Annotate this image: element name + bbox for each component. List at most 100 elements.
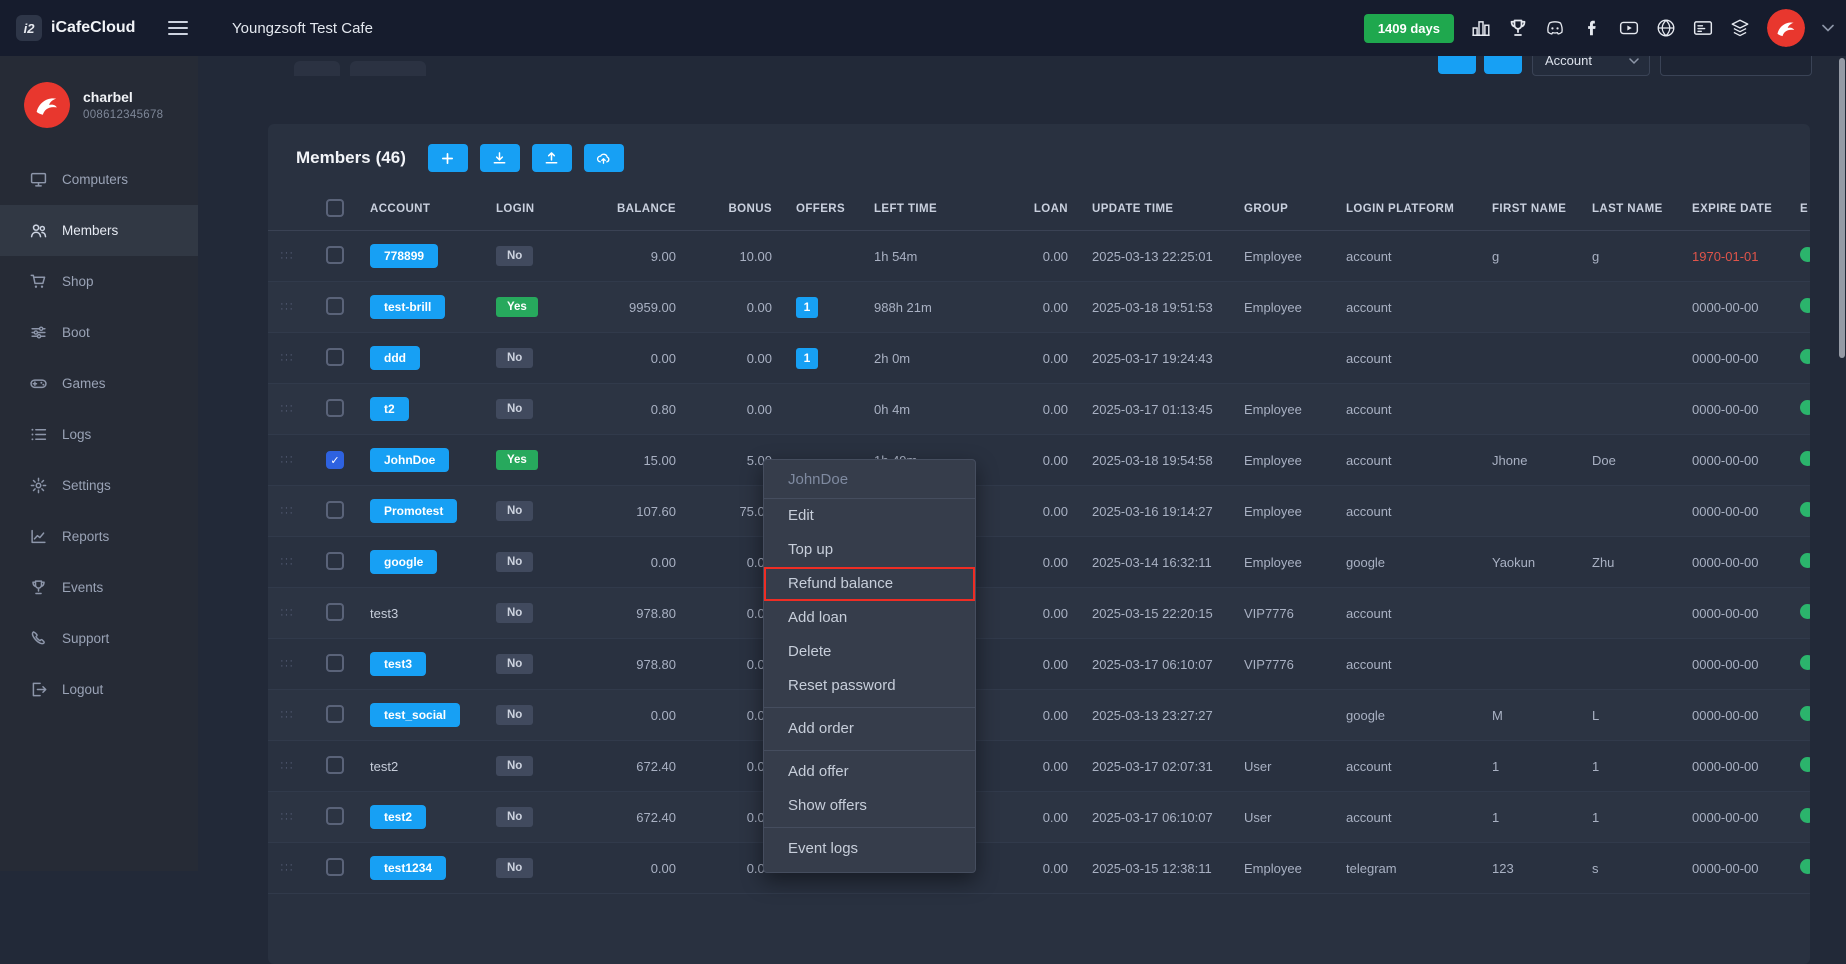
scrollbar[interactable] — [1839, 58, 1845, 358]
row-checkbox[interactable]: ✓ — [326, 451, 344, 469]
account-button[interactable]: test1234 — [370, 856, 446, 880]
account-button[interactable]: t2 — [370, 397, 409, 421]
clipped-blue-button[interactable] — [1438, 56, 1476, 74]
drag-handle-icon[interactable]: ······ — [280, 863, 294, 873]
status-dot-icon[interactable] — [1800, 604, 1810, 619]
drag-handle-icon[interactable]: ······ — [280, 506, 294, 516]
member-row[interactable]: ······test3No978.800.000.002025-03-17 06… — [268, 639, 1810, 690]
stats-icon[interactable] — [1471, 18, 1491, 38]
account-button[interactable]: 778899 — [370, 244, 438, 268]
account-button[interactable]: JohnDoe — [370, 448, 449, 472]
status-dot-icon[interactable] — [1800, 451, 1810, 466]
import-button[interactable] — [480, 144, 520, 172]
trophy-icon[interactable] — [1508, 18, 1528, 38]
row-checkbox[interactable] — [326, 654, 344, 672]
sidebar-item-computers[interactable]: Computers — [0, 154, 198, 205]
member-row[interactable]: ······✓JohnDoeYes15.005.001h 49m0.002025… — [268, 435, 1810, 486]
status-dot-icon[interactable] — [1800, 859, 1810, 874]
status-dot-icon[interactable] — [1800, 247, 1810, 262]
offers-badge[interactable]: 1 — [796, 348, 818, 369]
sidebar-item-logs[interactable]: Logs — [0, 409, 198, 460]
cloud-sync-button[interactable] — [584, 144, 624, 172]
status-dot-icon[interactable] — [1800, 655, 1810, 670]
drag-handle-icon[interactable]: ······ — [280, 812, 294, 822]
days-badge[interactable]: 1409 days — [1364, 14, 1454, 43]
sidebar-item-settings[interactable]: Settings — [0, 460, 198, 511]
menu-item-add-loan[interactable]: Add loan — [764, 601, 975, 635]
youtube-icon[interactable] — [1619, 18, 1639, 38]
account-button[interactable]: Promotest — [370, 499, 457, 523]
member-row[interactable]: ······778899No9.0010.001h 54m0.002025-03… — [268, 231, 1810, 282]
row-checkbox[interactable] — [326, 807, 344, 825]
menu-item-show-offers[interactable]: Show offers — [764, 789, 975, 823]
sidebar-item-logout[interactable]: Logout — [0, 664, 198, 715]
member-row[interactable]: ······t2No0.800.000h 4m0.002025-03-17 01… — [268, 384, 1810, 435]
sidebar-avatar[interactable] — [24, 82, 70, 128]
chevron-down-icon[interactable] — [1822, 24, 1834, 32]
member-row[interactable]: ······googleNo0.000.000.002025-03-14 16:… — [268, 537, 1810, 588]
filter-search-input[interactable] — [1660, 56, 1812, 76]
drag-handle-icon[interactable]: ······ — [280, 608, 294, 618]
menu-item-reset-password[interactable]: Reset password — [764, 669, 975, 703]
row-checkbox[interactable] — [326, 756, 344, 774]
sidebar-item-games[interactable]: Games — [0, 358, 198, 409]
row-checkbox[interactable] — [326, 705, 344, 723]
user-avatar[interactable] — [1767, 9, 1805, 47]
add-member-button[interactable] — [428, 144, 468, 172]
row-checkbox[interactable] — [326, 399, 344, 417]
row-checkbox[interactable] — [326, 348, 344, 366]
globe-icon[interactable] — [1656, 18, 1676, 38]
drag-handle-icon[interactable]: ······ — [280, 353, 294, 363]
account-button[interactable]: test2 — [370, 805, 426, 829]
drag-handle-icon[interactable]: ······ — [280, 659, 294, 669]
drag-handle-icon[interactable]: ······ — [280, 455, 294, 465]
status-dot-icon[interactable] — [1800, 808, 1810, 823]
row-checkbox[interactable] — [326, 501, 344, 519]
member-row[interactable]: ······dddNo0.000.0012h 0m0.002025-03-17 … — [268, 333, 1810, 384]
status-dot-icon[interactable] — [1800, 757, 1810, 772]
status-dot-icon[interactable] — [1800, 298, 1810, 313]
discord-icon[interactable] — [1545, 18, 1565, 38]
account-button[interactable]: ddd — [370, 346, 420, 370]
row-checkbox[interactable] — [326, 297, 344, 315]
menu-item-delete[interactable]: Delete — [764, 635, 975, 669]
offers-badge[interactable]: 1 — [796, 297, 818, 318]
clipped-tab[interactable] — [294, 61, 340, 76]
sidebar-item-events[interactable]: Events — [0, 562, 198, 613]
status-dot-icon[interactable] — [1800, 349, 1810, 364]
member-row[interactable]: ······test_socialNo0.000.000.002025-03-1… — [268, 690, 1810, 741]
menu-item-refund-balance[interactable]: Refund balance — [764, 567, 975, 601]
account-button[interactable]: test_social — [370, 703, 460, 727]
drag-handle-icon[interactable]: ······ — [280, 302, 294, 312]
sidebar-item-support[interactable]: Support — [0, 613, 198, 664]
clipped-blue-button[interactable] — [1484, 56, 1522, 74]
member-row[interactable]: ······test1234No0.000.000.002025-03-15 1… — [268, 843, 1810, 894]
clipped-tab[interactable] — [350, 61, 426, 76]
row-checkbox[interactable] — [326, 603, 344, 621]
member-row[interactable]: ······test2No672.400.000.002025-03-17 02… — [268, 741, 1810, 792]
member-row[interactable]: ······test3No978.800.000.002025-03-15 22… — [268, 588, 1810, 639]
menu-item-add-order[interactable]: Add order — [764, 712, 975, 746]
status-dot-icon[interactable] — [1800, 502, 1810, 517]
member-row[interactable]: ······test2No672.400.000.002025-03-17 06… — [268, 792, 1810, 843]
drag-handle-icon[interactable]: ······ — [280, 251, 294, 261]
status-dot-icon[interactable] — [1800, 706, 1810, 721]
sidebar-item-members[interactable]: Members — [0, 205, 198, 256]
status-dot-icon[interactable] — [1800, 553, 1810, 568]
drag-handle-icon[interactable]: ······ — [280, 557, 294, 567]
account-button[interactable]: google — [370, 550, 437, 574]
drag-handle-icon[interactable]: ······ — [280, 710, 294, 720]
member-row[interactable]: ······test-brillYes9959.000.001988h 21m0… — [268, 282, 1810, 333]
id-card-icon[interactable] — [1693, 18, 1713, 38]
account-filter-select[interactable]: Account — [1532, 56, 1650, 76]
menu-item-add-offer[interactable]: Add offer — [764, 755, 975, 789]
account-button[interactable]: test-brill — [370, 295, 445, 319]
sidebar-item-reports[interactable]: Reports — [0, 511, 198, 562]
layers-icon[interactable] — [1730, 18, 1750, 38]
sidebar-item-boot[interactable]: Boot — [0, 307, 198, 358]
row-checkbox[interactable] — [326, 858, 344, 876]
menu-item-event-logs[interactable]: Event logs — [764, 832, 975, 866]
drag-handle-icon[interactable]: ······ — [280, 404, 294, 414]
row-checkbox[interactable] — [326, 246, 344, 264]
sidebar-toggle-button[interactable] — [162, 14, 194, 42]
